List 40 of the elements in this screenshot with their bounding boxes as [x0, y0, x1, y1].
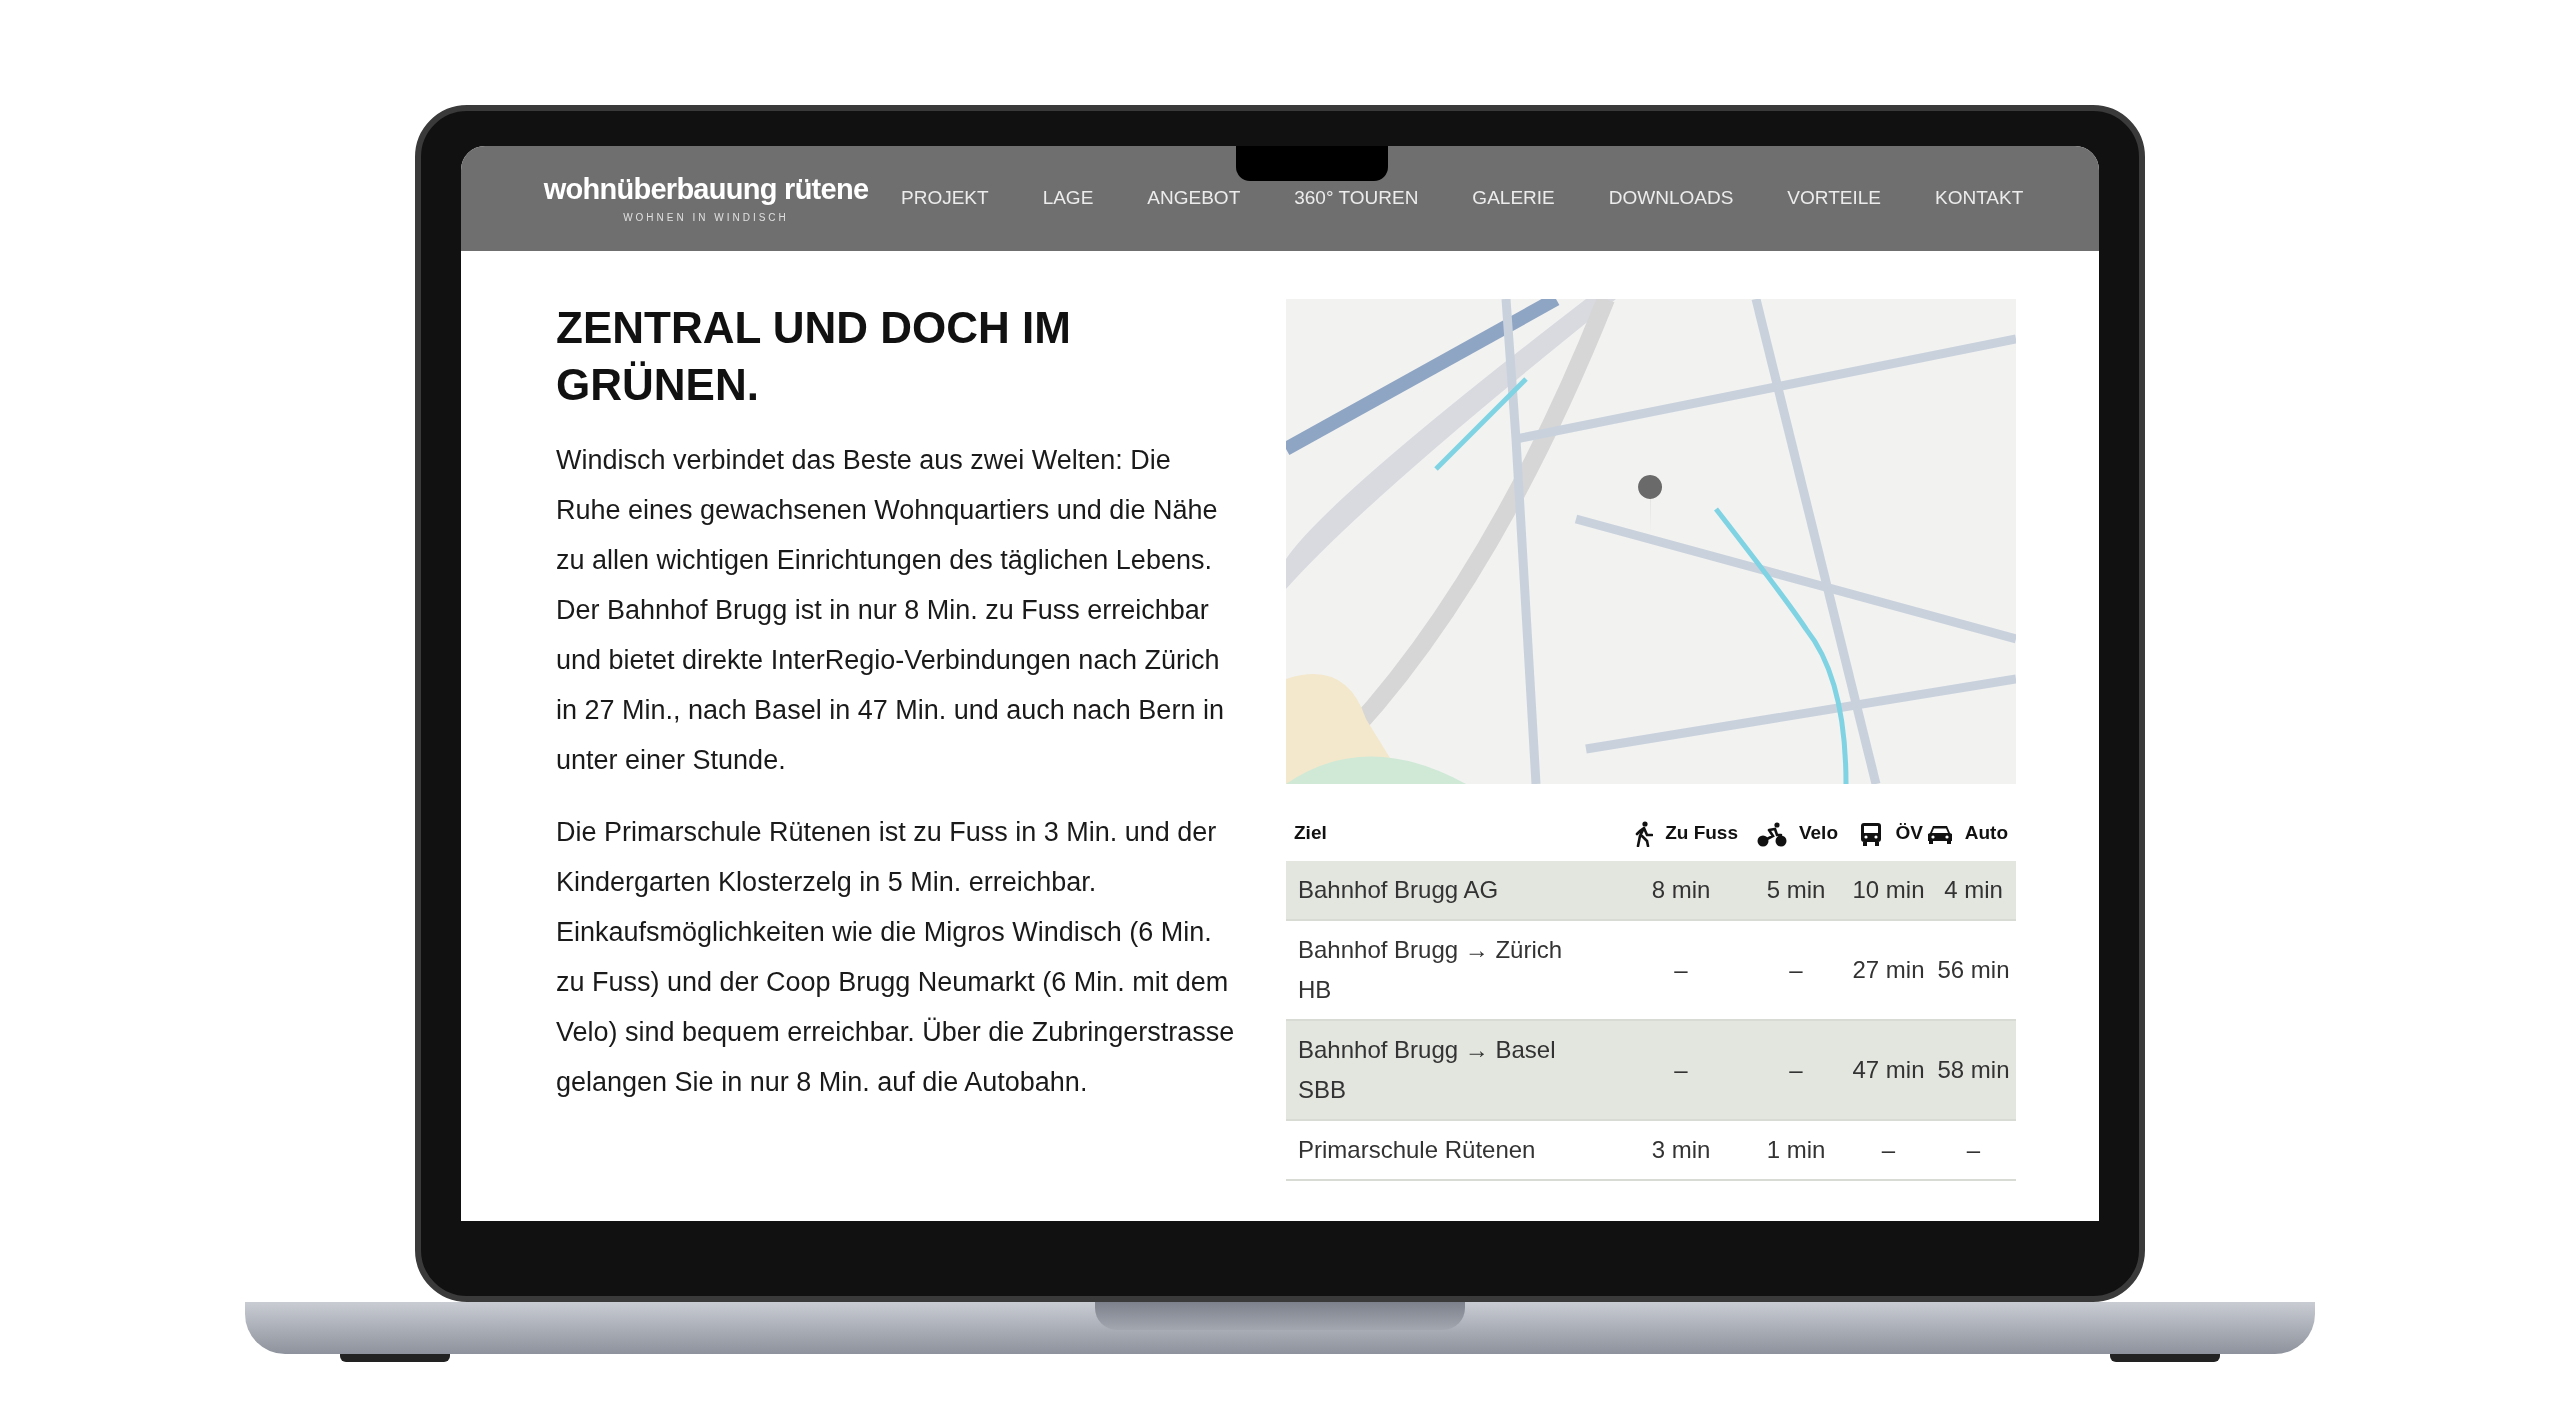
- column-header: ÖV: [1895, 821, 1923, 846]
- column-header: Ziel: [1294, 821, 1327, 846]
- section-heading: ZENTRAL UND DOCH IM GRÜNEN.: [556, 302, 1072, 411]
- body-paragraph: Windisch verbindet das Beste aus zwei Welten: Die Ruhe eines gewachsenen Wohnquartiers und die Nähe zu allen wichtigen Einrichtungen des täglichen Lebens. Der Bahnhof Brugg ist in nur 8 Min. zu Fuss erreichbar und bietet direkte InterRegio-Verbindungen nach Zürich in 27 Min., nach Basel in 47 Min. und auch nach Bern in unter einer Stunde.: [556, 444, 1225, 777]
- bicycle-rider-icon: [1756, 820, 1787, 847]
- nav-link[interactable]: DOWNLOADS: [1608, 184, 1734, 213]
- nav-link[interactable]: ANGEBOT: [1147, 184, 1241, 213]
- nav-link[interactable]: VORTEILE: [1787, 184, 1881, 213]
- table-cell: 4 min: [1944, 876, 2003, 903]
- table-cell: 3 min: [1651, 1136, 1711, 1163]
- nav-link[interactable]: GALERIE: [1472, 184, 1555, 213]
- column-header: Zu Fuss: [1665, 821, 1738, 846]
- nav-link[interactable]: LAGE: [1042, 184, 1094, 213]
- table-cell: 10 min: [1852, 876, 1925, 903]
- table-cell: 5 min: [1766, 876, 1826, 903]
- nav-link[interactable]: 360° TOUREN: [1294, 184, 1419, 213]
- table-cell: Primarschule Rütenen: [1298, 1136, 1536, 1163]
- table-cell: –: [1789, 1056, 1803, 1083]
- logo-tagline: WOHNEN IN WINDISCH: [623, 211, 789, 225]
- table-cell: –: [1674, 956, 1688, 983]
- table-cell: 58 min: [1937, 1056, 2010, 1083]
- table-cell: 47 min: [1852, 1056, 1925, 1083]
- table-cell: –: [1674, 1056, 1688, 1083]
- table-cell: Bahnhof Brugg AG: [1298, 876, 1499, 903]
- nav-link[interactable]: KONTAKT: [1934, 184, 2024, 213]
- table-cell: –: [1881, 1136, 1896, 1163]
- nav-link[interactable]: PROJEKT: [901, 184, 989, 213]
- column-header: Auto: [1964, 821, 2008, 846]
- walking-person-icon: [1635, 820, 1654, 847]
- body-paragraph: Die Primarschule Rütenen ist zu Fuss in 3 Min. und der Kindergarten Klosterzelg in 5 Min. erreichbar. Einkaufsmöglichkeiten wie die Migros Windisch (6 Min. zu Fuss) und der Coop Brugg Neumarkt (6 Min. mit dem Velo) sind bequem erreichbar. Über die Zubringerstrasse gelangen Sie in nur 8 Min. auf die Autobahn.: [556, 816, 1236, 1099]
- table-cell: 8 min: [1651, 876, 1711, 903]
- table-cell: Bahnhof Brugg → Zürich HB: [1298, 936, 1563, 1003]
- table-cell: 56 min: [1937, 956, 2010, 983]
- table-cell: 27 min: [1852, 956, 1925, 983]
- table-cell: Bahnhof Brugg → Basel SBB: [1298, 1036, 1556, 1103]
- table-cell: –: [1966, 1136, 1981, 1163]
- table-cell: –: [1789, 956, 1803, 983]
- logo-text[interactable]: wohnüberbauung rütene: [543, 172, 869, 206]
- column-header: Velo: [1798, 821, 1838, 846]
- table-cell: 1 min: [1766, 1136, 1826, 1163]
